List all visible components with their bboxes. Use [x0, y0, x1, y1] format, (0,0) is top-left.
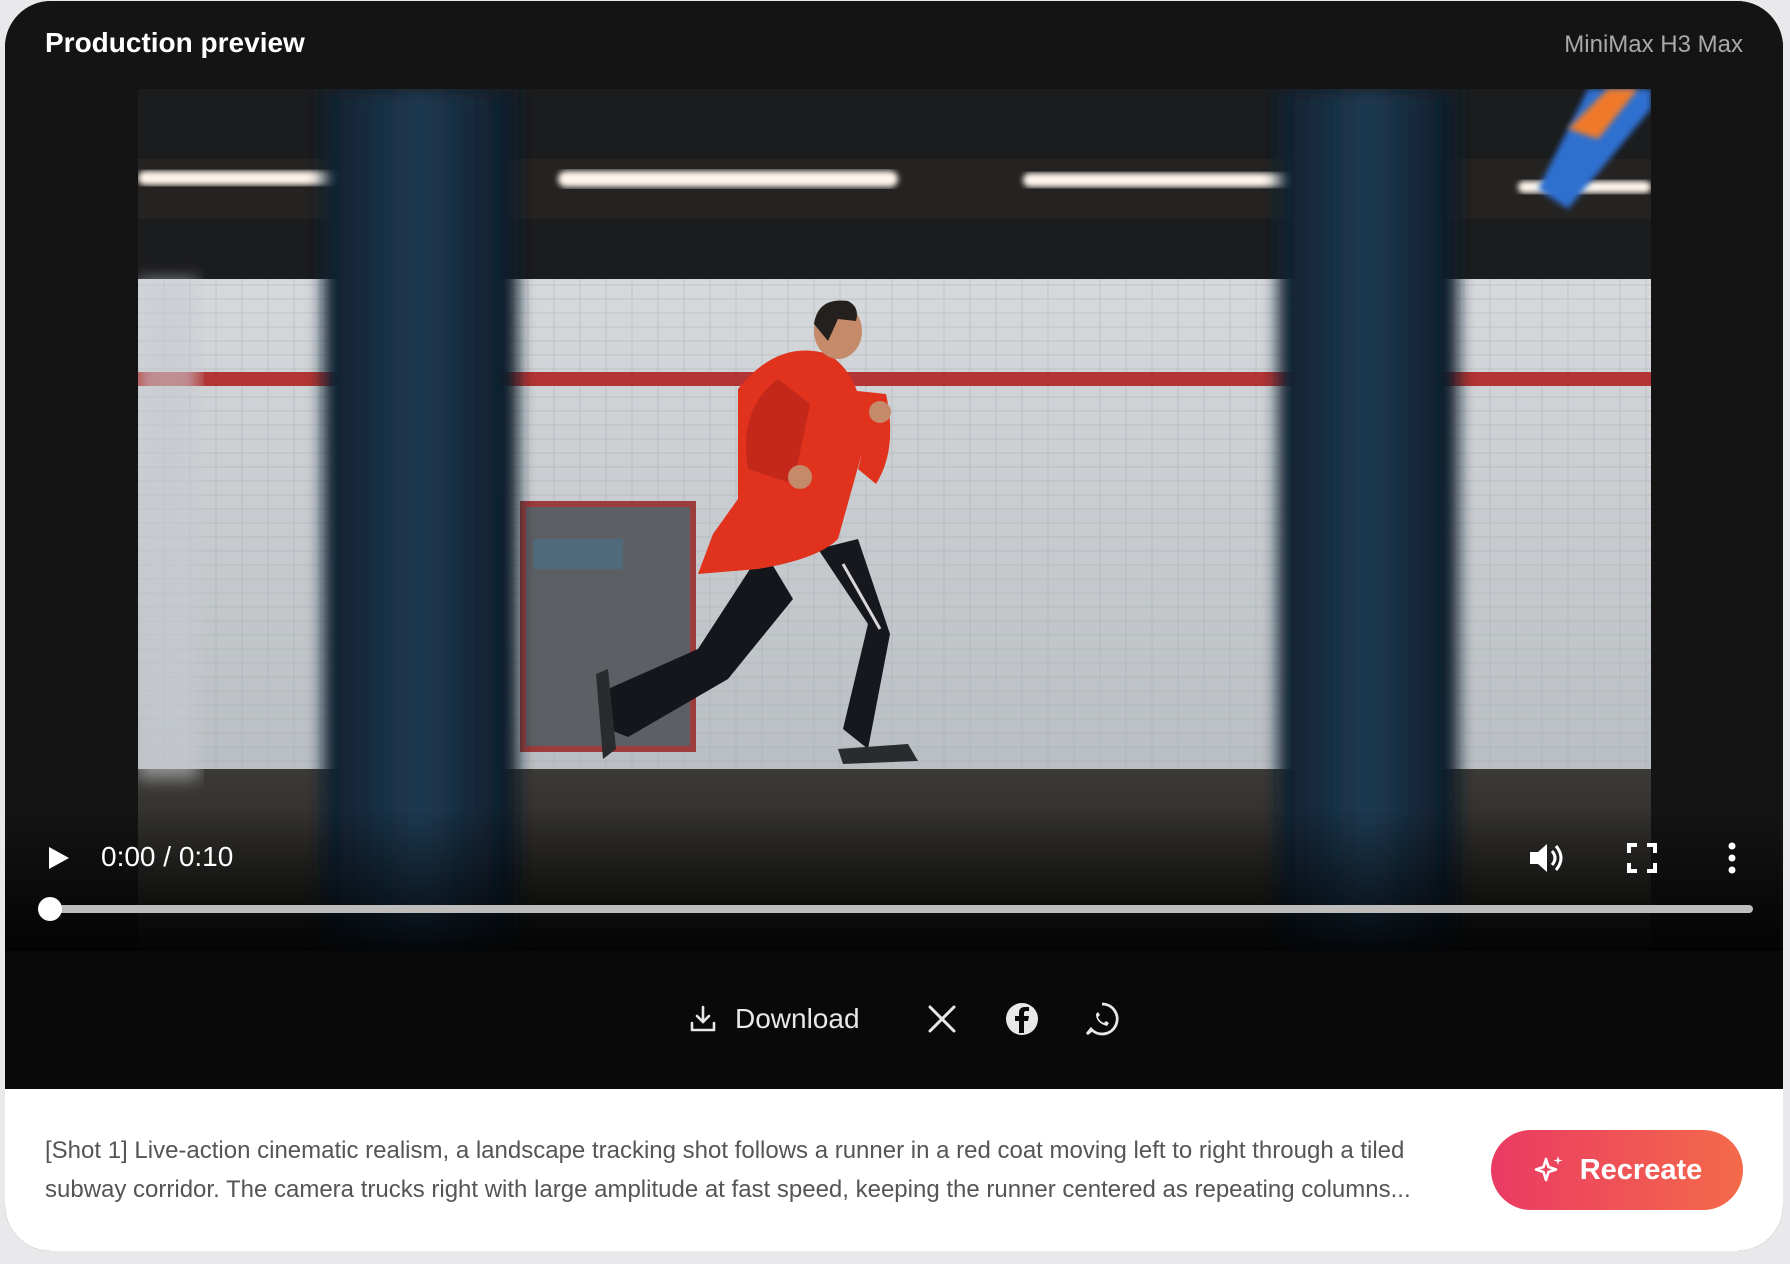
preview-card: Production preview MiniMax H3 Max 0:00 /… — [5, 1, 1783, 1251]
preview-header: Production preview MiniMax H3 Max — [5, 1, 1783, 89]
share-actions: Download — [5, 951, 1783, 1089]
download-button[interactable]: Download — [687, 1003, 860, 1035]
seek-bar[interactable] — [47, 905, 1753, 913]
prompt-panel: [Shot 1] Live-action cinematic realism, … — [5, 1089, 1783, 1251]
volume-icon[interactable] — [1527, 839, 1567, 877]
page-title: Production preview — [45, 27, 305, 58]
play-icon[interactable] — [43, 841, 73, 875]
recreate-label: Recreate — [1579, 1153, 1703, 1186]
prompt-line: [Shot 1] Live-action cinematic realism, … — [45, 1137, 1405, 1164]
sparkle-icon — [1534, 1156, 1563, 1182]
facebook-icon[interactable] — [1002, 999, 1042, 1039]
whatsapp-icon[interactable] — [1082, 999, 1122, 1039]
video-player: 0:00 / 0:10 — [5, 89, 1783, 951]
more-vertical-icon[interactable] — [1725, 839, 1739, 877]
download-icon — [690, 1005, 716, 1032]
x-icon[interactable] — [922, 999, 962, 1039]
controls-overlay — [5, 809, 1783, 951]
recreate-button[interactable]: Recreate — [1491, 1130, 1743, 1210]
seek-thumb[interactable] — [38, 897, 62, 921]
download-label: Download — [735, 1003, 860, 1034]
prompt-description: [Shot 1] Live-action cinematic realism, … — [45, 1131, 1445, 1209]
fullscreen-icon[interactable] — [1625, 841, 1659, 875]
time-display: 0:00 / 0:10 — [101, 841, 234, 872]
prompt-line: subway corridor. The camera trucks right… — [45, 1176, 1411, 1203]
model-name: MiniMax H3 Max — [1564, 31, 1743, 58]
